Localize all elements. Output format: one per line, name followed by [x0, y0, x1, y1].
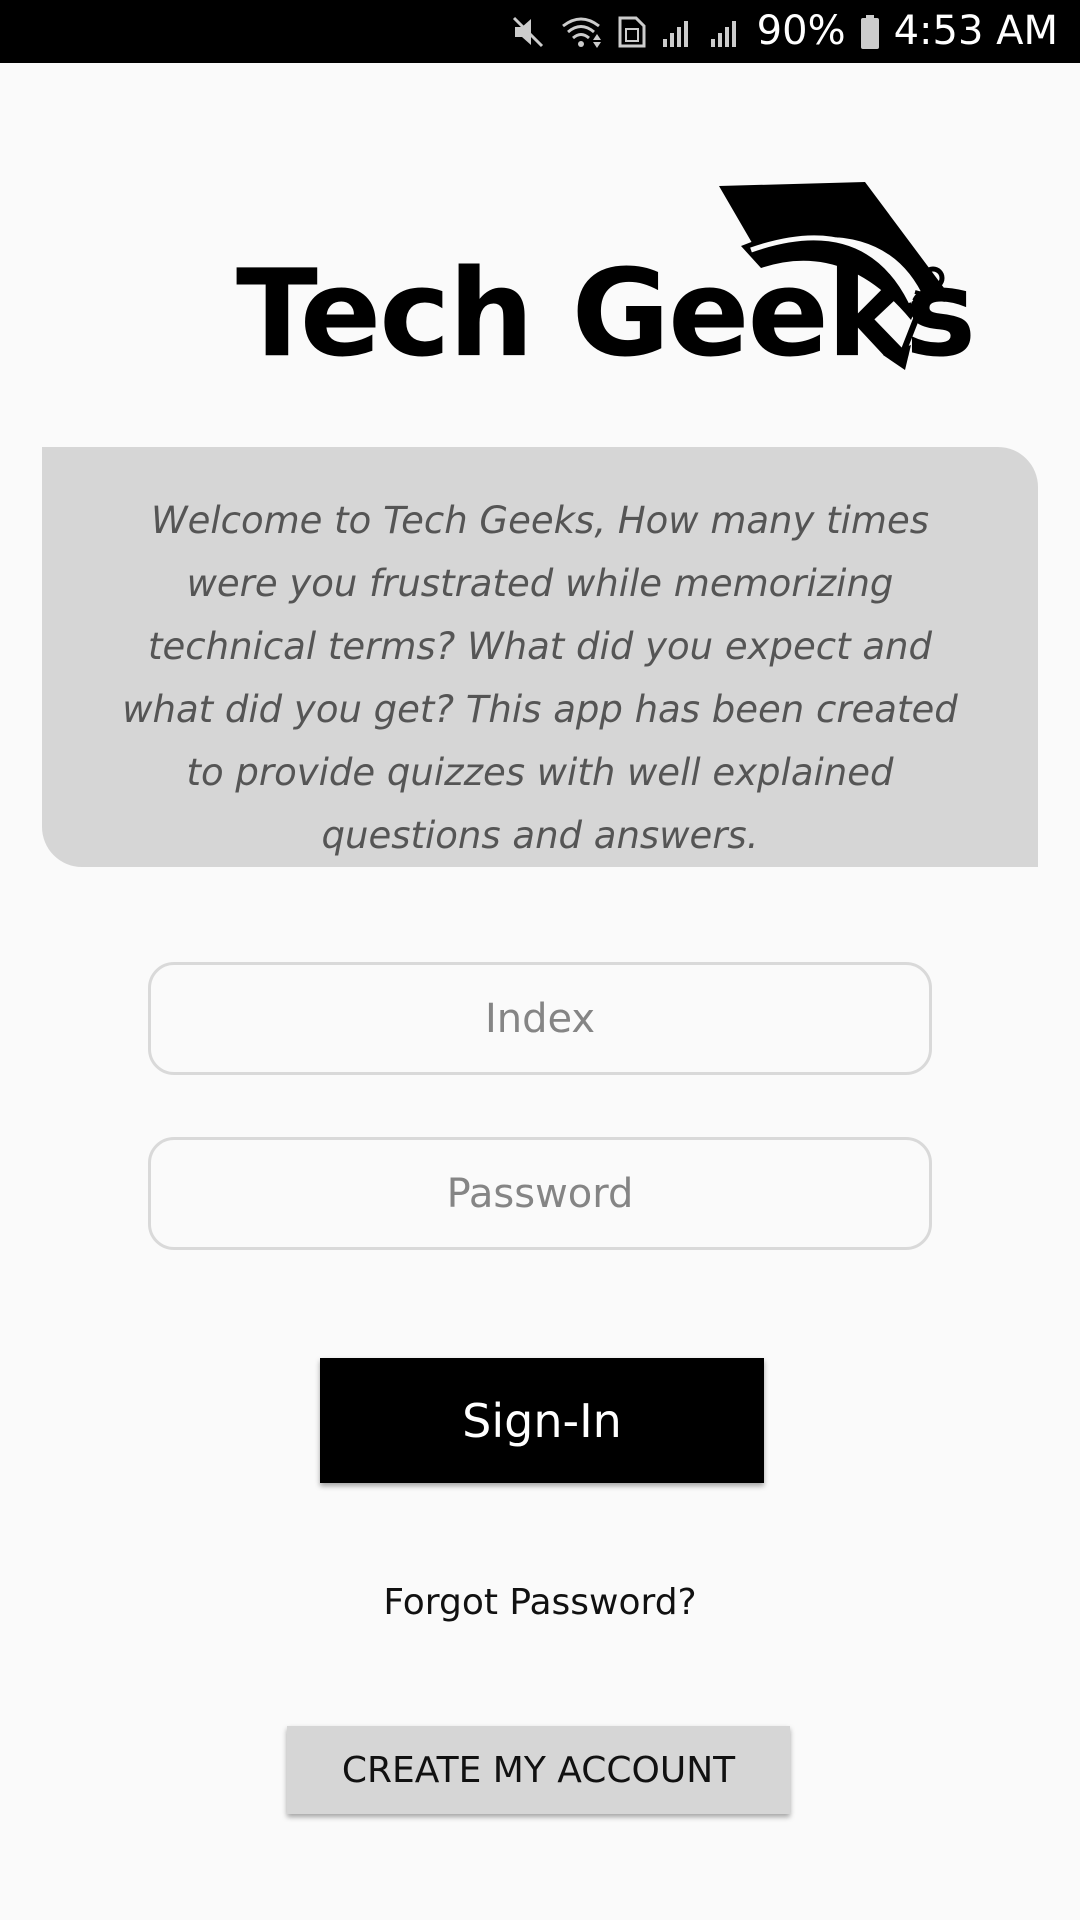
battery-icon	[860, 0, 880, 63]
wifi-icon	[559, 0, 603, 63]
welcome-card: Welcome to Tech Geeks, How many times we…	[42, 447, 1038, 867]
password-input[interactable]	[151, 1169, 929, 1218]
create-account-label: CREATE MY ACCOUNT	[341, 1749, 736, 1791]
sign-in-label: Sign-In	[462, 1393, 622, 1448]
index-input[interactable]	[151, 994, 929, 1043]
status-bar: 90% 4:53 AM	[0, 0, 1080, 63]
forgot-password-link[interactable]: Forgot Password?	[0, 1575, 1080, 1630]
graduation-cap-icon	[719, 182, 947, 370]
app-logo: Tech Geeks	[0, 160, 1080, 390]
welcome-text: Welcome to Tech Geeks, How many times we…	[122, 499, 958, 857]
sign-in-button[interactable]: Sign-In	[320, 1358, 764, 1483]
mute-icon	[511, 0, 545, 63]
sim-icon	[617, 0, 647, 63]
password-field[interactable]	[148, 1137, 932, 1250]
create-account-button[interactable]: CREATE MY ACCOUNT	[287, 1726, 790, 1814]
signal-icon	[661, 0, 695, 63]
battery-percent: 90%	[756, 8, 846, 54]
signal-icon	[709, 0, 743, 63]
index-field[interactable]	[148, 962, 932, 1075]
status-icons: 90% 4:53 AM	[511, 0, 1058, 63]
status-time: 4:53 AM	[893, 8, 1058, 54]
